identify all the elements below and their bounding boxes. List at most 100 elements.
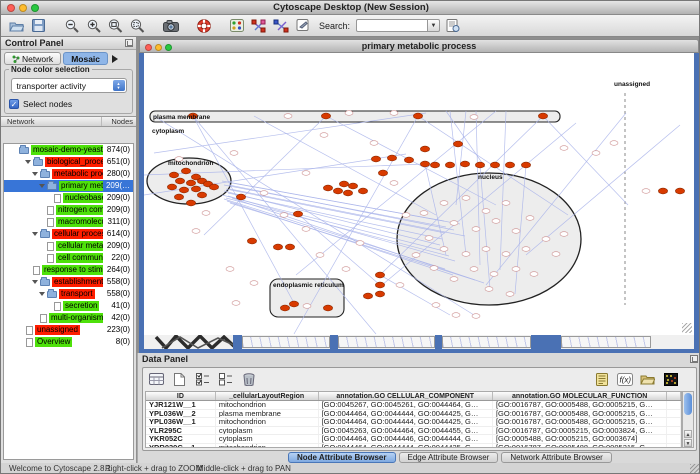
table-row[interactable]: YPL036W__2plasma membrane[GO:0044464, GO…	[146, 410, 681, 419]
tree-row[interactable]: establishment of lo558(0)	[4, 276, 133, 288]
tree-row[interactable]: mosaic-demo-yeast874(0)	[4, 144, 133, 156]
vizmapper-icon[interactable]	[227, 17, 246, 35]
minimized-window-edge[interactable]	[233, 335, 242, 349]
table-vertical-scrollbar[interactable]: ▲ ▼	[682, 391, 694, 448]
delete-attribute-icon[interactable]	[239, 370, 258, 388]
new-attribute-icon[interactable]	[170, 370, 189, 388]
save-icon[interactable]	[29, 17, 48, 35]
table-row[interactable]: YPL036W__1mitochondrion[GO:0044464, GO:0…	[146, 418, 681, 427]
function-builder-icon[interactable]: f(x)	[615, 370, 634, 388]
network-node	[440, 247, 448, 252]
expand-triangle-icon[interactable]	[32, 280, 38, 284]
tree-row[interactable]: unassigned223(0)	[4, 324, 133, 336]
tab-edge-attribute-browser[interactable]: Edge Attribute Browser	[399, 452, 499, 463]
minimized-window-edge[interactable]	[435, 335, 442, 349]
import-attributes-icon[interactable]	[638, 370, 657, 388]
annotation-icon[interactable]	[293, 17, 312, 35]
expand-triangle-icon[interactable]	[32, 172, 38, 176]
tree-row[interactable]: biological_process651(0)	[4, 156, 133, 168]
network-canvas[interactable]: plasma membranecytoplasmmitochondrionnuc…	[144, 53, 694, 335]
tree-row[interactable]: secretion41(0)	[4, 300, 133, 312]
minimized-window-thumb[interactable]	[242, 336, 330, 348]
select-all-attributes-icon[interactable]	[193, 370, 212, 388]
expand-triangle-icon[interactable]	[25, 160, 31, 164]
tree-row[interactable]: Overview8(0)	[4, 336, 133, 348]
network-frame-titlebar[interactable]: primary metabolic process	[139, 39, 699, 53]
minimized-window-edge[interactable]	[330, 335, 338, 349]
minimized-window-thumb[interactable]	[442, 336, 531, 348]
snapshot-camera-icon[interactable]	[161, 17, 180, 35]
column-header[interactable]: annotation.GO CELLULAR_COMPONENT	[319, 392, 493, 400]
data-panel-float-icon[interactable]	[690, 355, 698, 363]
tree-row[interactable]: primary metabo209(…	[4, 180, 133, 192]
expand-triangle-icon[interactable]	[39, 292, 45, 296]
help-lifering-icon[interactable]	[194, 17, 213, 35]
tree-row[interactable]: metabolic process280(0)	[4, 168, 133, 180]
import-table-icon[interactable]	[443, 17, 462, 35]
table-row[interactable]: YJR121W__1mitochondrion[GO:0045267, GO:0…	[146, 401, 681, 410]
tree-row[interactable]: transport558(0)	[4, 288, 133, 300]
tab-network[interactable]: Network	[4, 52, 61, 65]
tab-mosaic[interactable]: Mosaic	[63, 52, 108, 65]
zoom-in-icon[interactable]	[84, 17, 103, 35]
open-folder-icon[interactable]	[7, 17, 26, 35]
minimized-window-thumb[interactable]	[338, 336, 435, 348]
expand-triangle-icon[interactable]	[39, 184, 45, 188]
tree-header-nodes[interactable]: Nodes	[102, 117, 136, 126]
tree-row[interactable]: macromolecule311(0)	[4, 216, 133, 228]
zoom-region-icon[interactable]	[128, 17, 147, 35]
tree-row[interactable]: cellular process614(0)	[4, 228, 133, 240]
column-header[interactable]: _cellularLayoutRegion	[216, 392, 319, 400]
float-panel-icon[interactable]	[125, 39, 133, 47]
attribute-table-icon[interactable]	[147, 370, 166, 388]
attribute-editor-icon[interactable]	[592, 370, 611, 388]
tree-row-count: 614(0)	[103, 228, 133, 240]
unselect-all-attributes-icon[interactable]	[216, 370, 235, 388]
network-node-selected	[285, 244, 294, 250]
node-color-dropdown[interactable]: transporter activity ▲▼	[11, 78, 127, 93]
table-row[interactable]: YLR295Ccytoplasm[GO:0045263, GO:0044464,…	[146, 427, 681, 436]
column-header[interactable]	[667, 392, 681, 400]
tree-row[interactable]: cell communicat22(0)	[4, 252, 133, 264]
tree-header-network[interactable]: Network	[1, 117, 102, 126]
tree-row[interactable]: nitrogen compo209(0)	[4, 204, 133, 216]
scrollbar-thumb[interactable]	[684, 393, 692, 415]
zoom-out-icon[interactable]	[62, 17, 81, 35]
tab-network-attribute-browser[interactable]: Network Attribute Browser	[501, 452, 611, 463]
tab-overflow-arrow-icon[interactable]	[112, 55, 118, 63]
network-node	[490, 272, 498, 277]
minimized-window-edge[interactable]	[531, 335, 561, 349]
scroll-down-arrow-icon[interactable]: ▼	[684, 439, 692, 447]
canvas-resize-grip[interactable]	[682, 323, 692, 333]
zoom-fit-icon[interactable]	[106, 17, 125, 35]
expand-triangle-icon[interactable]	[32, 232, 38, 236]
network-node-selected	[339, 181, 348, 187]
network-node-selected	[378, 170, 387, 176]
network-node	[552, 252, 560, 257]
network-node	[260, 191, 268, 196]
table-row[interactable]: YKR052Ccytoplasm[GO:0044464, GO:0044446,…	[146, 435, 681, 444]
search-dropdown-arrow-icon[interactable]: ▼	[428, 19, 440, 32]
tree-row[interactable]: nucleobase-209(0)	[4, 192, 133, 204]
tree-row-count: 874(0)	[103, 144, 133, 156]
table-row[interactable]: YDR039C__1mitochondrion[GO:0044464, GO:0…	[146, 444, 681, 448]
column-header[interactable]: ID	[146, 392, 216, 400]
tab-node-attribute-browser[interactable]: Node Attribute Browser	[288, 452, 396, 463]
tree-row[interactable]: cellular metabo209(0)	[4, 240, 133, 252]
tree-row[interactable]: multi-organism pro42(0)	[4, 312, 133, 324]
tree-row-count: 209(0)	[103, 192, 133, 204]
column-header[interactable]: annotation.GO MOLECULAR_FUNCTION	[493, 392, 667, 400]
network-node	[462, 196, 470, 201]
layout-1-icon[interactable]	[249, 17, 268, 35]
compartment-region	[150, 111, 560, 122]
matrix-view-icon[interactable]	[661, 370, 680, 388]
select-nodes-checkbox[interactable]: ✓	[9, 99, 19, 109]
tree-row[interactable]: response to stimulu264(0)	[4, 264, 133, 276]
layout-2-icon[interactable]	[271, 17, 290, 35]
attribute-table[interactable]: ID_cellularLayoutRegionannotation.GO CEL…	[145, 391, 682, 448]
minimized-window-thumb[interactable]	[561, 336, 651, 348]
search-input[interactable]	[356, 19, 428, 32]
window-resize-grip[interactable]	[690, 464, 700, 474]
network-node-selected	[323, 185, 332, 191]
scroll-up-arrow-icon[interactable]: ▲	[684, 430, 692, 438]
